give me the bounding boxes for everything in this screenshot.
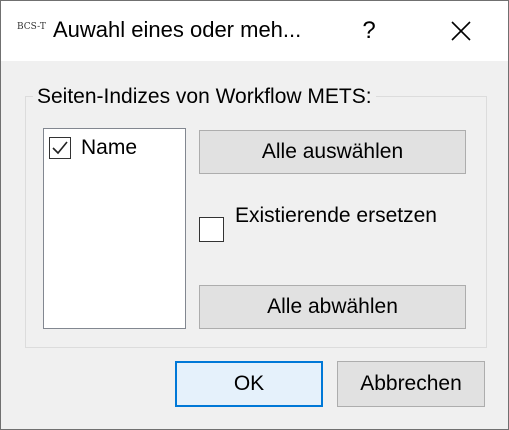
list-item-label: Name xyxy=(81,136,138,159)
select-all-button[interactable]: Alle auswählen xyxy=(199,130,466,174)
app-icon: BCS-T xyxy=(17,22,46,32)
replace-existing-checkbox[interactable] xyxy=(199,217,224,242)
window-title: Auwahl eines oder meh... xyxy=(53,17,302,42)
replace-existing-label: Existierende ersetzen xyxy=(235,204,437,227)
checkmark-icon xyxy=(52,141,68,155)
help-button[interactable]: ? xyxy=(341,7,397,55)
list-item[interactable]: Name xyxy=(49,136,137,160)
deselect-all-button[interactable]: Alle abwählen xyxy=(199,285,466,329)
close-button[interactable] xyxy=(433,7,489,55)
dialog-window: BCS-T Auwahl eines oder meh... ? Seiten-… xyxy=(0,0,509,430)
group-label: Seiten-Indizes von Workflow METS: xyxy=(33,85,376,109)
close-icon xyxy=(451,21,471,41)
title-bar: BCS-T Auwahl eines oder meh... ? xyxy=(1,1,508,61)
page-indices-list[interactable]: Name xyxy=(43,128,186,329)
list-item-checkbox[interactable] xyxy=(49,137,71,159)
cancel-button[interactable]: Abbrechen xyxy=(337,361,485,407)
ok-button[interactable]: OK xyxy=(175,361,323,407)
